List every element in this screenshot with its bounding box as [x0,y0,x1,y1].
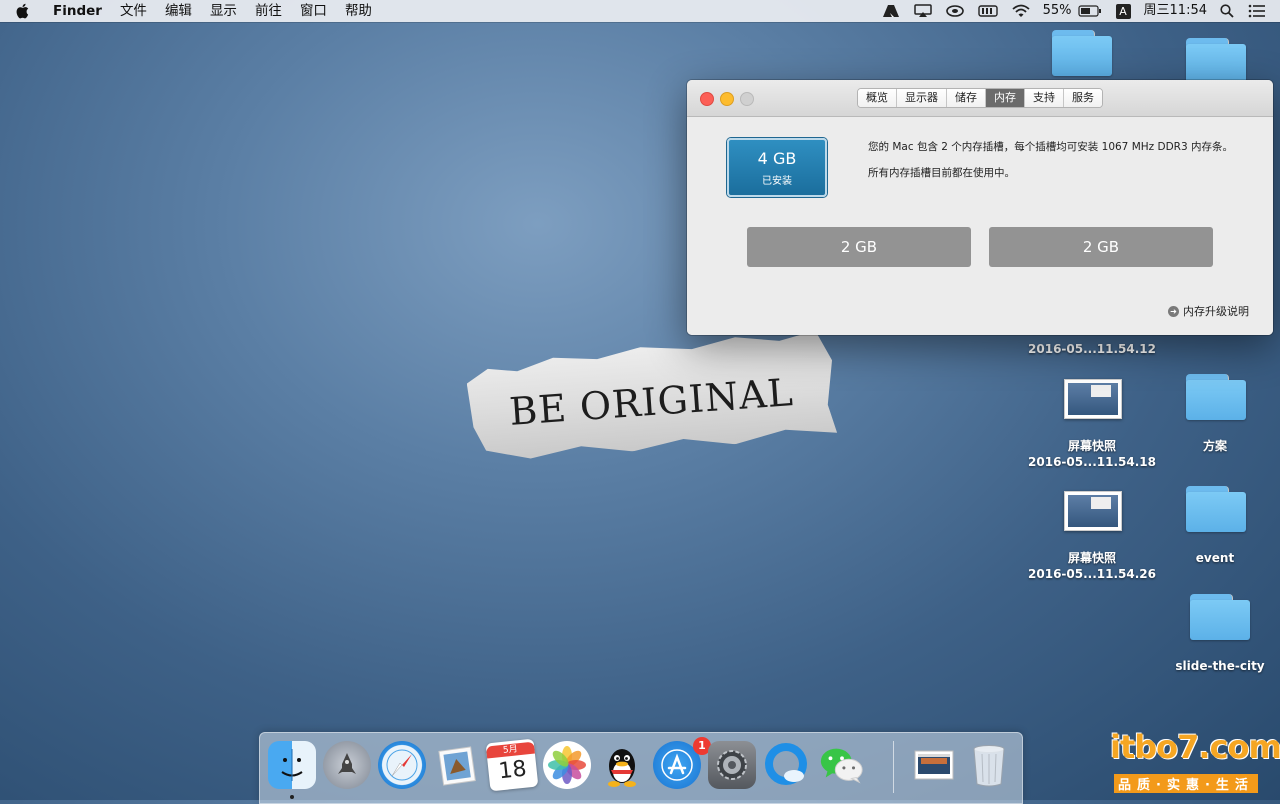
installed-memory-size: 4 GB [757,149,797,168]
desktop-item-sub[interactable]: 2016-05...11.54.26 [1027,567,1157,582]
screenshot-thumbnail-icon[interactable] [1064,379,1122,419]
wifi-icon[interactable] [1005,0,1037,22]
calendar-day: 18 [497,756,528,785]
screenshot-stack-icon[interactable] [910,741,958,789]
qq-icon[interactable] [598,741,646,789]
battery-percent[interactable]: 55% [1037,0,1078,22]
mail-icon[interactable] [433,741,481,789]
memory-slot-1: 2 GB [747,227,971,267]
memory-upgrade-label: 内存升级说明 [1183,305,1249,318]
finder-icon[interactable] [268,741,316,789]
menu-edit[interactable]: 编辑 [156,0,201,22]
menu-file[interactable]: 文件 [111,0,156,22]
installed-memory-badge: 4 GB 已安装 [727,138,827,197]
airplay-icon[interactable] [907,0,939,22]
desktop-item-name[interactable]: 屏幕快照 [1027,551,1157,566]
tab-memory[interactable]: 内存 [986,89,1025,107]
finder-running-indicator [290,795,294,799]
minimize-button[interactable] [720,92,734,106]
desktop-folder-icon[interactable] [1190,594,1250,640]
desktop-item-name[interactable]: 屏幕快照 [1027,439,1157,454]
memory-monitor-icon[interactable] [971,0,1005,22]
desktop-item-name[interactable]: event [1150,551,1280,566]
battery-icon[interactable] [1077,0,1109,22]
desktop-item-name[interactable]: 方案 [1150,439,1280,454]
desktop-folder-icon[interactable] [1186,38,1246,84]
dock-separator [893,741,894,793]
tab-support[interactable]: 支持 [1025,89,1064,107]
about-this-mac-window: 概览 显示器 储存 内存 支持 服务 4 GB 已安装 您的 Mac 包含 2 … [687,80,1273,335]
tab-displays[interactable]: 显示器 [897,89,947,107]
system-preferences-icon[interactable] [708,741,756,789]
installed-memory-label: 已安装 [762,176,792,187]
desktop-item-sub[interactable]: 2016-05...11.54.18 [1027,455,1157,470]
sync-icon[interactable] [939,0,971,22]
wallpaper-text: BE ORIGINAL [507,370,796,434]
safari-icon[interactable] [378,741,426,789]
zoom-button[interactable] [740,92,754,106]
calendar-icon[interactable]: 5月 18 [485,738,539,792]
browser-icon[interactable] [763,741,811,789]
site-watermark-logo: itbo7.com 品质·实惠·生活 [1108,728,1280,800]
trash-icon[interactable] [965,741,1013,789]
segmented-tab-bar: 概览 显示器 储存 内存 支持 服务 [857,88,1103,108]
spotlight-search-icon[interactable] [1213,0,1241,22]
menu-app-name[interactable]: Finder [44,0,111,22]
input-source-label: A [1115,3,1131,19]
screenshot-thumbnail-icon[interactable] [1064,491,1122,531]
close-button[interactable] [700,92,714,106]
desktop-folder-icon[interactable] [1186,374,1246,420]
menu-clock[interactable]: 周三11:54 [1138,0,1213,22]
memory-slots-status: 所有内存插槽目前都在使用中。 [868,167,1015,179]
apple-menu-icon[interactable] [0,3,44,19]
wechat-icon[interactable] [818,741,866,789]
photos-icon[interactable] [543,741,591,789]
tab-storage[interactable]: 储存 [947,89,986,107]
adobe-icon[interactable] [875,0,907,22]
menu-view[interactable]: 显示 [201,0,246,22]
dock: 5月 18 1 [259,732,1023,804]
memory-description: 您的 Mac 包含 2 个内存插槽，每个插槽均可安装 1067 MHz DDR3… [868,141,1233,153]
watermark-sub: 品质·实惠·生活 [1114,774,1258,793]
arrow-right-circle-icon: ➜ [1168,305,1179,317]
menu-window[interactable]: 窗口 [291,0,336,22]
launchpad-icon[interactable] [323,741,371,789]
menu-go[interactable]: 前往 [246,0,291,22]
menu-bar: Finder 文件 编辑 显示 前往 窗口 帮助 55% A 周三11:54 [0,0,1280,22]
menu-help[interactable]: 帮助 [336,0,381,22]
tab-service[interactable]: 服务 [1064,89,1102,107]
input-source-icon[interactable]: A [1109,0,1138,22]
desktop-item-label[interactable]: 2016-05...11.54.12 [1027,342,1157,357]
wallpaper-paper-strip: BE ORIGINAL [465,327,838,462]
desktop-folder-icon[interactable] [1052,30,1112,76]
memory-upgrade-link[interactable]: ➜ 内存升级说明 [1168,303,1249,319]
tab-overview[interactable]: 概览 [858,89,897,107]
watermark-main: itbo7.com [1110,728,1280,766]
window-titlebar[interactable]: 概览 显示器 储存 内存 支持 服务 [687,80,1273,117]
desktop-folder-icon[interactable] [1186,486,1246,532]
desktop-item-name[interactable]: slide-the-city [1155,659,1280,674]
memory-panel: 4 GB 已安装 您的 Mac 包含 2 个内存插槽，每个插槽均可安装 1067… [687,117,1273,335]
notification-center-icon[interactable] [1241,0,1280,22]
memory-slot-2: 2 GB [989,227,1213,267]
